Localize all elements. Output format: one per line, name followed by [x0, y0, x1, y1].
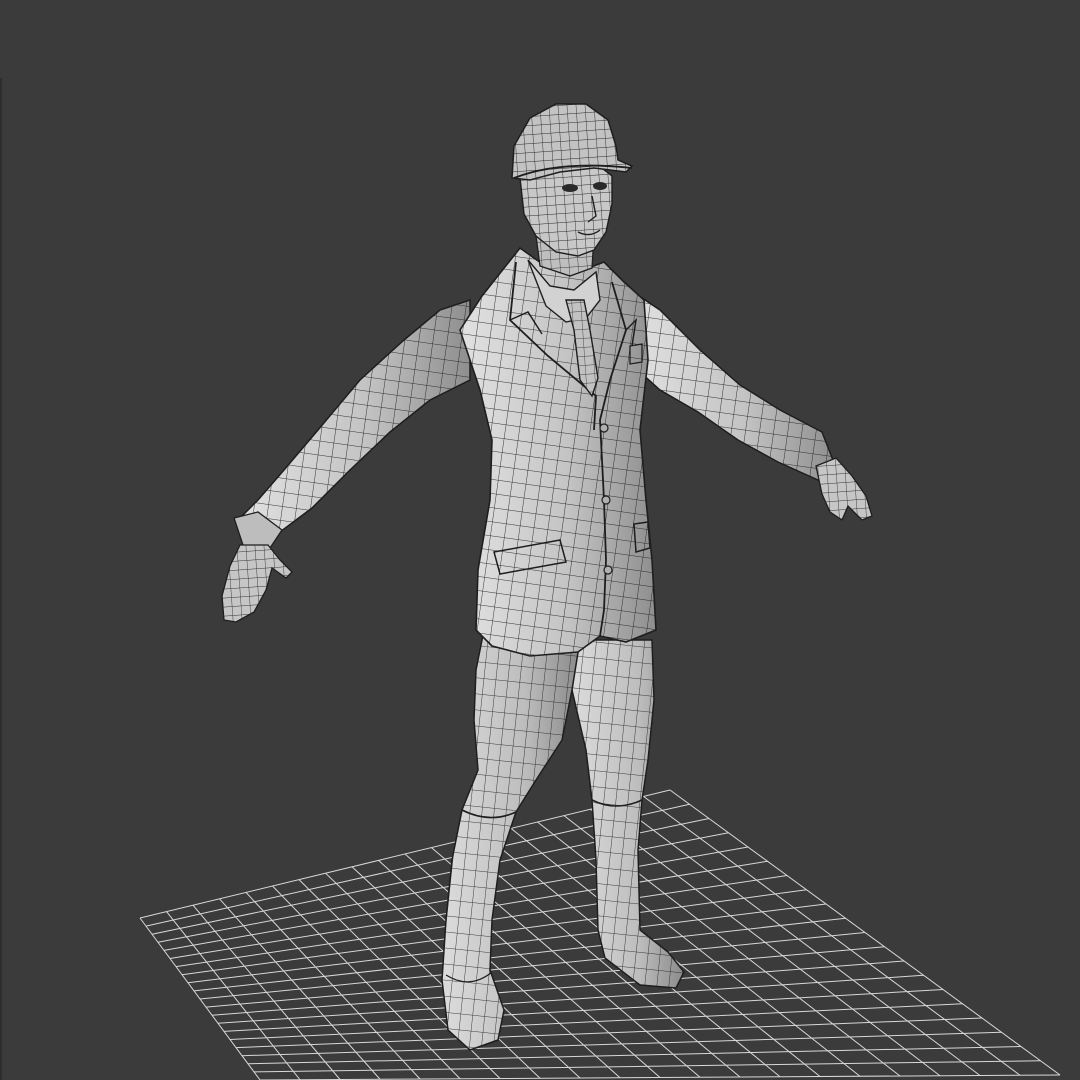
right-eye-icon	[593, 182, 607, 190]
grid-line	[253, 1060, 1041, 1073]
grid-line	[259, 1074, 1061, 1080]
right-arm[interactable]	[629, 288, 837, 481]
left-leg[interactable]	[441, 629, 581, 1051]
right-hand[interactable]	[815, 457, 873, 521]
left-eye-icon	[562, 184, 578, 192]
character-mesh[interactable]	[221, 103, 873, 1051]
grid-line	[643, 795, 1021, 1076]
left-arm[interactable]	[233, 298, 471, 549]
grid-line	[241, 1031, 1002, 1057]
cap[interactable]	[511, 103, 634, 181]
left-hand[interactable]	[221, 544, 293, 623]
grid-line	[669, 789, 1061, 1076]
grid-line	[616, 802, 981, 1076]
3d-viewport[interactable]	[0, 0, 1080, 1080]
grid-line	[247, 1046, 1022, 1065]
viewport-canvas[interactable]	[0, 0, 1080, 1080]
